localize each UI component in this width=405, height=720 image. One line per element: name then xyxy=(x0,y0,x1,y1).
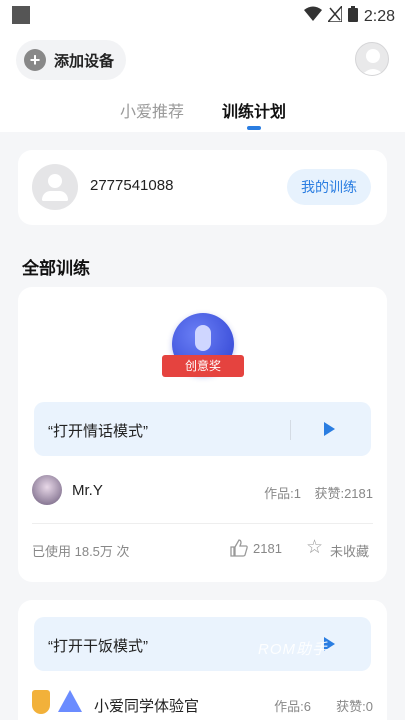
author-row[interactable]: 小爱同学体验官 作品:6 获赞:0 xyxy=(32,688,373,718)
badge-ribbon: 创意奖 xyxy=(162,355,244,377)
profile-avatar[interactable] xyxy=(355,42,389,76)
plus-icon: + xyxy=(24,49,46,71)
add-device-label: 添加设备 xyxy=(54,52,115,70)
divider xyxy=(32,523,373,524)
author-avatar[interactable] xyxy=(32,475,62,505)
command-box[interactable]: “打开情话模式” xyxy=(34,402,371,456)
like-count: 2181 xyxy=(253,541,282,556)
section-title: 全部训练 xyxy=(22,259,90,278)
author-row[interactable]: Mr.Y 作品:1 获赞:2181 xyxy=(32,475,373,507)
training-card[interactable]: 创意奖 “打开情话模式” Mr.Y 作品:1 获赞:2181 已使用 18.5万… xyxy=(18,287,387,582)
no-signal-icon xyxy=(326,4,343,27)
works-count: 作品:1 xyxy=(264,486,301,501)
author-name: 小爱同学体验官 xyxy=(94,698,200,715)
tab-bar: 小爱推荐 训练计划 xyxy=(0,96,405,132)
training-card[interactable]: “打开干饭模式” 小爱同学体验官 作品:6 获赞:0 xyxy=(18,600,387,720)
user-avatar[interactable] xyxy=(32,164,78,210)
command-text: “打开情话模式” xyxy=(48,423,148,440)
creative-award-badge: 创意奖 xyxy=(162,311,244,391)
clock: 2:28 xyxy=(363,7,395,25)
watermark: ROM助手 xyxy=(258,641,328,658)
app-header: + 添加设备 小爱推荐 训练计划 xyxy=(0,32,405,132)
my-training-button[interactable]: 我的训练 xyxy=(287,169,371,205)
wifi-icon xyxy=(303,6,322,27)
xiaoai-logo-icon xyxy=(58,690,82,712)
notification-icon xyxy=(12,6,30,24)
likes-received: 获赞:2181 xyxy=(314,486,373,501)
thumbs-up-icon[interactable] xyxy=(230,539,248,557)
command-text: “打开干饭模式” xyxy=(48,638,148,655)
tab-recommend[interactable]: 小爱推荐 xyxy=(120,98,184,122)
usage-count: 已使用 18.5万 次 xyxy=(32,544,130,559)
play-icon[interactable] xyxy=(324,422,335,436)
likes-received: 获赞:0 xyxy=(336,699,373,714)
favorite-label[interactable]: 未收藏 xyxy=(330,541,369,560)
active-tab-indicator xyxy=(247,126,261,130)
author-name: Mr.Y xyxy=(72,482,103,499)
works-count: 作品:6 xyxy=(274,699,311,714)
star-icon[interactable]: ☆ xyxy=(306,538,323,557)
battery-icon xyxy=(347,6,358,27)
medal-icon xyxy=(32,690,50,714)
user-card: 2777541088 我的训练 xyxy=(18,150,387,225)
user-id: 2777541088 xyxy=(90,177,174,194)
status-bar: 2:28 xyxy=(0,0,405,32)
add-device-button[interactable]: + 添加设备 xyxy=(16,40,127,80)
microphone-icon xyxy=(195,325,211,351)
divider xyxy=(290,420,291,440)
tab-training-plan[interactable]: 训练计划 xyxy=(222,98,286,122)
